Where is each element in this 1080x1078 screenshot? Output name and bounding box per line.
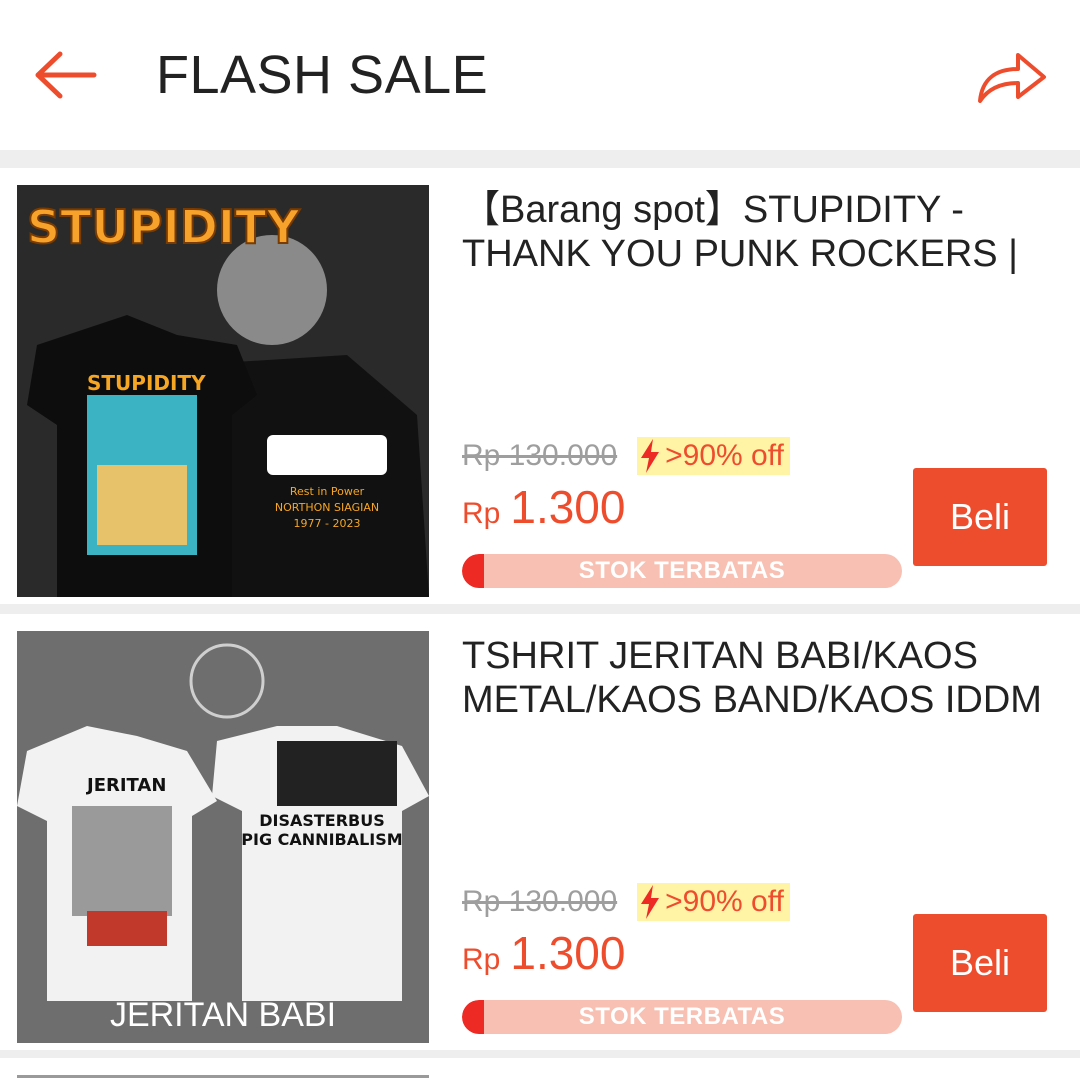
header-divider [0,150,1080,168]
product-card-partial[interactable] [0,1058,1080,1078]
original-price: Rp 130.000 [462,439,618,472]
arrow-left-icon [35,51,97,99]
sale-price: Rp 1.300 [462,480,625,534]
product-info: TSHRIT JERITAN BABI/KAOS METAL/KAOS BAND… [462,634,1052,1034]
product-card[interactable]: DISASTERBUS PIG CANNIBALISM JERITAN JERI… [0,614,1080,1050]
product-name[interactable]: 【Barang spot】STUPIDITY - THANK YOU PUNK … [462,188,1052,278]
image-caption-text: JERITAN BABI [110,996,336,1034]
product-info: 【Barang spot】STUPIDITY - THANK YOU PUNK … [462,188,1052,588]
discount-text: >90% off [665,439,784,472]
stock-label: STOK TERBATAS [578,557,786,584]
discount-text: >90% off [665,885,784,918]
stock-progress-bar: STOK TERBATAS [462,1000,902,1034]
app-header: FLASH SALE [0,0,1080,150]
stock-progress-bar: STOK TERBATAS [462,554,902,588]
share-button[interactable] [972,40,1052,110]
image-logo-text: STUPIDITY [27,200,300,254]
price-value: 1.300 [510,927,626,979]
tshirt-photo: DISASTERBUS PIG CANNIBALISM JERITAN JERI… [17,631,429,1043]
item-separator [0,1050,1080,1058]
buy-button[interactable]: Beli [913,914,1047,1012]
back-button[interactable] [30,42,102,108]
discount-badge: >90% off [637,883,790,921]
product-name[interactable]: TSHRIT JERITAN BABI/KAOS METAL/KAOS BAND… [462,634,1052,724]
lightning-icon [641,439,660,473]
buy-button[interactable]: Beli [913,468,1047,566]
tshirt-photo: STUPIDITY Rest in Power NORTHON SIAGIAN … [17,185,429,597]
price-currency: Rp [462,943,501,976]
original-price: Rp 130.000 [462,885,618,918]
item-separator [0,604,1080,614]
sale-price: Rp 1.300 [462,926,625,980]
product-image[interactable]: STUPIDITY Rest in Power NORTHON SIAGIAN … [17,185,429,597]
price-currency: Rp [462,497,501,530]
svg-text:JERITAN: JERITAN [85,775,166,796]
svg-text:DISASTERBUS: DISASTERBUS [259,811,385,830]
svg-text:Rest in Power: Rest in Power [290,485,365,498]
discount-badge: >90% off [637,437,790,475]
page-title: FLASH SALE [156,45,489,105]
svg-text:1977 - 2023: 1977 - 2023 [294,517,361,530]
product-card[interactable]: STUPIDITY Rest in Power NORTHON SIAGIAN … [0,168,1080,604]
svg-text:PIG CANNIBALISM: PIG CANNIBALISM [241,830,402,849]
svg-text:NORTHON SIAGIAN: NORTHON SIAGIAN [275,501,379,514]
svg-text:STUPIDITY: STUPIDITY [87,371,206,395]
stock-label: STOK TERBATAS [578,1003,786,1030]
share-arrow-icon [978,53,1046,103]
product-image[interactable]: DISASTERBUS PIG CANNIBALISM JERITAN JERI… [17,631,429,1043]
lightning-icon [641,885,660,919]
price-value: 1.300 [510,481,626,533]
